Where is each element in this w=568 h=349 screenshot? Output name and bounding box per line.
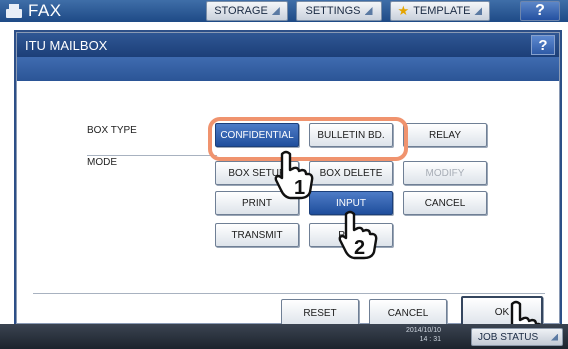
mode-label: MODE (87, 157, 117, 168)
dialog-help-button[interactable]: ? (531, 35, 555, 55)
relay-label: RELAY (428, 129, 462, 141)
star-icon: ★ (397, 3, 410, 18)
box-type-label: BOX TYPE (87, 125, 137, 136)
tap-hand-icon-2: 2 (336, 210, 380, 260)
app-title: FAX (6, 0, 62, 22)
transmit-button[interactable]: TRANSMIT (215, 223, 299, 247)
box-delete-button[interactable]: BOX DELETE (309, 161, 393, 185)
tap-hand-icon-1: 1 (272, 150, 316, 200)
cancel-mode-button[interactable]: CANCEL (403, 191, 487, 215)
clock: 2014/10/10 14 : 31 (405, 326, 441, 344)
relay-button[interactable]: RELAY (403, 123, 487, 147)
footer-divider (33, 293, 545, 294)
cancel-label: CANCEL (387, 307, 429, 319)
fax-icon (6, 4, 22, 18)
print-label: PRINT (242, 197, 272, 209)
box-delete-label: BOX DELETE (319, 167, 383, 179)
job-status-label: JOB STATUS (478, 331, 539, 343)
modify-button[interactable]: MODIFY (403, 161, 487, 185)
top-help-label: ? (535, 2, 545, 19)
section-divider (87, 155, 217, 156)
cancel-button[interactable]: CANCEL (369, 299, 447, 327)
dialog-title: ITU MAILBOX (25, 37, 108, 53)
corner-arrow-icon (474, 7, 483, 15)
top-help-button[interactable]: ? (520, 1, 560, 21)
storage-label: STORAGE (214, 5, 268, 17)
cancel-mode-label: CANCEL (424, 197, 466, 209)
reset-button[interactable]: RESET (281, 299, 359, 327)
template-label: TEMPLATE (413, 5, 471, 17)
storage-button[interactable]: STORAGE (206, 1, 288, 21)
dialog-title-bar: ITU MAILBOX ? (17, 33, 559, 57)
transmit-label: TRANSMIT (231, 229, 283, 241)
reset-label: RESET (303, 307, 337, 319)
input-label: INPUT (336, 197, 366, 209)
svg-text:2: 2 (354, 237, 365, 259)
status-time: 14 : 31 (419, 336, 441, 343)
template-button[interactable]: ★ TEMPLATE (390, 1, 490, 21)
dialog-subheader-band (17, 57, 559, 81)
corner-arrow-icon (364, 7, 373, 15)
app-title-text: FAX (28, 1, 62, 20)
dialog-help-label: ? (538, 36, 548, 54)
status-date: 2014/10/10 (405, 327, 441, 334)
svg-text:1: 1 (294, 177, 305, 199)
job-status-button[interactable]: JOB STATUS (471, 328, 563, 346)
modify-label: MODIFY (425, 167, 465, 179)
corner-arrow-icon (551, 333, 558, 341)
settings-label: SETTINGS (305, 5, 361, 17)
top-bar: FAX STORAGE SETTINGS ★ TEMPLATE ? (0, 0, 568, 22)
settings-button[interactable]: SETTINGS (296, 1, 382, 21)
corner-arrow-icon (271, 7, 280, 15)
